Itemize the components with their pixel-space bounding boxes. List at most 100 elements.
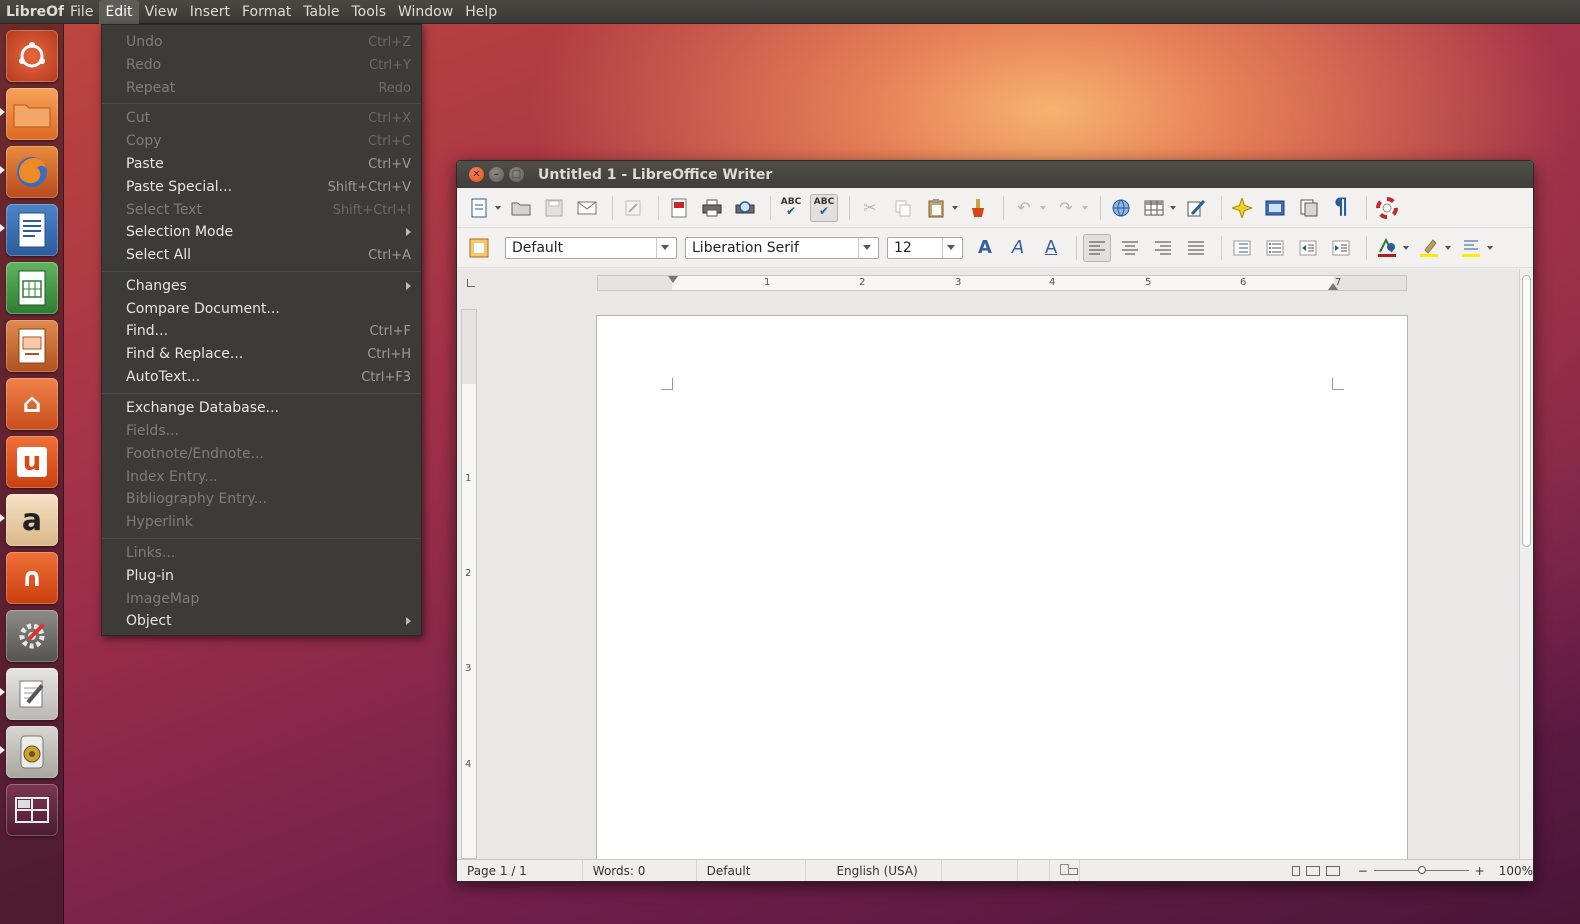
text-editor-icon[interactable]: [6, 668, 58, 720]
undo-dropdown-arrow[interactable]: [1040, 205, 1046, 210]
paragraph-style-combo[interactable]: Default: [505, 236, 677, 259]
autospellcheck-toggle[interactable]: ABC ✔: [810, 193, 838, 222]
window-titlebar[interactable]: ✕ – □ Untitled 1 - LibreOffice Writer: [457, 161, 1533, 188]
styles-formatting-button[interactable]: [465, 234, 493, 262]
spelling-button[interactable]: ABC ✔: [777, 194, 805, 222]
gallery-button[interactable]: [1261, 194, 1289, 222]
right-indent-marker[interactable]: [1328, 283, 1338, 290]
software-center-icon[interactable]: ⌂: [6, 378, 58, 430]
menu-item-imagemap[interactable]: ImageMap: [102, 588, 421, 610]
align-center-button[interactable]: [1116, 234, 1144, 262]
menu-edit[interactable]: Edit: [99, 0, 139, 24]
sound-recorder-icon[interactable]: [6, 726, 58, 778]
bold-button[interactable]: A: [971, 234, 999, 262]
italic-button[interactable]: A: [1004, 234, 1032, 262]
page-style[interactable]: Default: [697, 859, 807, 881]
zoom-in-button[interactable]: +: [1475, 864, 1485, 878]
language-status[interactable]: English (USA): [806, 859, 943, 881]
paste-button[interactable]: [922, 194, 950, 222]
menu-item-paste-special[interactable]: Paste Special... Shift+Ctrl+V: [102, 176, 421, 198]
redo-button[interactable]: ↷: [1052, 194, 1080, 222]
menu-item-index-entry[interactable]: Index Entry...: [102, 466, 421, 488]
files-icon[interactable]: [6, 88, 58, 140]
chevron-down-icon[interactable]: [858, 237, 874, 258]
clone-formatting-button[interactable]: [964, 194, 992, 222]
multi-page-view-icon[interactable]: [1305, 865, 1320, 876]
menu-item-autotext[interactable]: AutoText... Ctrl+F3: [102, 366, 421, 388]
table-button[interactable]: [1140, 194, 1168, 222]
menu-item-cut[interactable]: Cut Ctrl+X: [102, 107, 421, 129]
menu-format[interactable]: Format: [236, 0, 297, 24]
document-modified-status[interactable]: [1050, 859, 1081, 881]
calc-icon[interactable]: [6, 262, 58, 314]
menu-table[interactable]: Table: [297, 0, 345, 24]
data-sources-button[interactable]: [1294, 194, 1322, 222]
selection-mode-status[interactable]: [1018, 859, 1079, 881]
word-count[interactable]: Words: 0: [583, 859, 697, 881]
menu-item-find-replace[interactable]: Find & Replace... Ctrl+H: [102, 343, 421, 365]
redo-dropdown-arrow[interactable]: [1082, 205, 1088, 210]
impress-icon[interactable]: [6, 320, 58, 372]
open-button[interactable]: [507, 194, 535, 222]
ubuntu-one-icon[interactable]: u: [6, 436, 58, 488]
zoom-level[interactable]: 100%: [1499, 864, 1533, 878]
dash-home-icon[interactable]: [6, 30, 58, 82]
menu-item-footnote-endnote[interactable]: Footnote/Endnote...: [102, 443, 421, 465]
new-dropdown-arrow[interactable]: [495, 205, 501, 210]
book-view-icon[interactable]: [1325, 865, 1340, 876]
new-document-button[interactable]: [465, 194, 493, 222]
zoom-out-button[interactable]: −: [1358, 864, 1368, 878]
font-name-combo[interactable]: Liberation Serif: [685, 236, 879, 259]
paste-dropdown-arrow[interactable]: [952, 205, 958, 210]
formatting-marks-button[interactable]: ¶: [1327, 194, 1355, 222]
menu-view[interactable]: View: [139, 0, 184, 24]
document-page[interactable]: [596, 315, 1408, 875]
amazon-icon[interactable]: a: [6, 494, 58, 546]
align-left-button[interactable]: [1083, 233, 1111, 262]
zoom-slider-knob[interactable]: [1417, 866, 1426, 874]
left-indent-marker[interactable]: [668, 276, 678, 283]
menu-item-plug-in[interactable]: Plug-in: [102, 565, 421, 587]
bullets-button[interactable]: [1261, 234, 1289, 262]
help-button[interactable]: [1373, 194, 1401, 222]
copy-button[interactable]: [889, 194, 917, 222]
menu-item-copy[interactable]: Copy Ctrl+C: [102, 130, 421, 152]
menu-item-select-all[interactable]: Select All Ctrl+A: [102, 244, 421, 266]
font-size-combo[interactable]: 12: [887, 236, 963, 259]
background-color-button[interactable]: [1457, 234, 1485, 262]
system-settings-icon[interactable]: [6, 610, 58, 662]
font-color-button[interactable]: [1373, 234, 1401, 262]
print-button[interactable]: [698, 194, 726, 222]
background-color-dropdown-arrow[interactable]: [1487, 245, 1493, 250]
close-window-button[interactable]: ✕: [469, 167, 484, 182]
chevron-down-icon[interactable]: [942, 237, 958, 258]
edit-file-button[interactable]: [619, 194, 647, 222]
menu-item-hyperlink[interactable]: Hyperlink: [102, 511, 421, 533]
decrease-indent-button[interactable]: [1294, 234, 1322, 262]
hyperlink-button[interactable]: [1107, 194, 1135, 222]
vertical-ruler[interactable]: 1 2 3 4: [461, 309, 477, 859]
horizontal-ruler[interactable]: 1 2 3 4 5 6 7: [597, 275, 1407, 291]
maximize-window-button[interactable]: □: [509, 167, 524, 182]
menu-item-redo[interactable]: Redo Ctrl+Y: [102, 54, 421, 76]
increase-indent-button[interactable]: [1327, 234, 1355, 262]
menu-file[interactable]: File: [64, 0, 99, 24]
scrollbar-thumb[interactable]: [1522, 275, 1531, 547]
show-draw-functions-button[interactable]: [1182, 194, 1210, 222]
menu-window[interactable]: Window: [392, 0, 459, 24]
highlighting-dropdown-arrow[interactable]: [1445, 245, 1451, 250]
email-button[interactable]: [573, 194, 601, 222]
ubuntu-one-music-icon[interactable]: ∩: [6, 552, 58, 604]
menu-item-changes[interactable]: Changes: [102, 275, 421, 297]
numbering-button[interactable]: [1228, 234, 1256, 262]
cut-button[interactable]: ✂: [856, 194, 884, 222]
menu-help[interactable]: Help: [459, 0, 503, 24]
menu-insert[interactable]: Insert: [184, 0, 236, 24]
align-right-button[interactable]: [1149, 234, 1177, 262]
underline-button[interactable]: A: [1037, 234, 1065, 262]
menu-item-bibliography-entry[interactable]: Bibliography Entry...: [102, 488, 421, 510]
zoom-slider[interactable]: [1373, 866, 1469, 874]
justify-button[interactable]: [1182, 234, 1210, 262]
table-dropdown-arrow[interactable]: [1170, 205, 1176, 210]
menu-item-selection-mode[interactable]: Selection Mode: [102, 221, 421, 243]
